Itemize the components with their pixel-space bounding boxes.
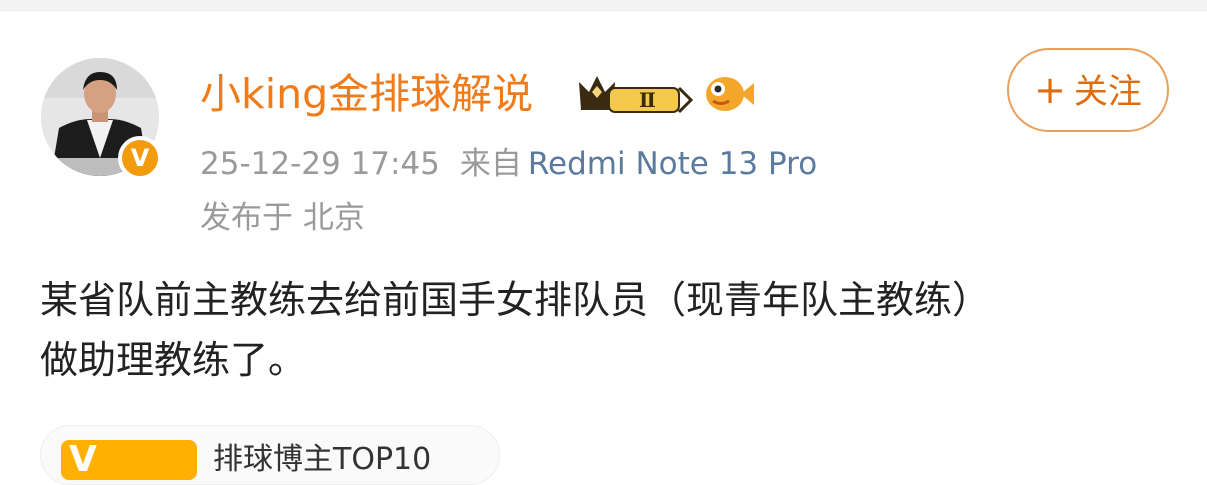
fish-icon[interactable] bbox=[703, 73, 755, 115]
vip-crown-icon[interactable]: Ⅱ bbox=[575, 70, 697, 118]
plus-icon: + bbox=[1034, 68, 1066, 112]
post-location: 发布于 北京 bbox=[200, 200, 365, 236]
post-content: 某省队前主教练去给前国手女排队员（现青年队主教练） 做助理教练了。 bbox=[40, 270, 1180, 390]
content-line: 某省队前主教练去给前国手女排队员（现青年队主教练） bbox=[40, 278, 991, 322]
verified-badge: V bbox=[118, 136, 162, 180]
content-line: 做助理教练了。 bbox=[40, 338, 307, 382]
tag-badge: V bbox=[61, 440, 197, 480]
follow-label: 关注 bbox=[1073, 72, 1142, 112]
tag-text: 排球博主TOP10 bbox=[213, 442, 432, 477]
username[interactable]: 小king金排球解说 bbox=[200, 66, 533, 122]
top-divider bbox=[0, 0, 1207, 11]
device-link[interactable]: Redmi Note 13 Pro bbox=[528, 146, 817, 182]
svg-text:Ⅱ: Ⅱ bbox=[639, 88, 656, 112]
timestamp: 25-12-29 17:45 bbox=[200, 146, 440, 182]
post-meta: 25-12-29 17:45 来自 Redmi Note 13 Pro bbox=[200, 140, 817, 188]
topic-tag[interactable]: V 排球博主TOP10 bbox=[40, 425, 500, 485]
source-prefix: 来自 bbox=[459, 146, 522, 182]
follow-button[interactable]: + 关注 bbox=[1007, 48, 1169, 132]
